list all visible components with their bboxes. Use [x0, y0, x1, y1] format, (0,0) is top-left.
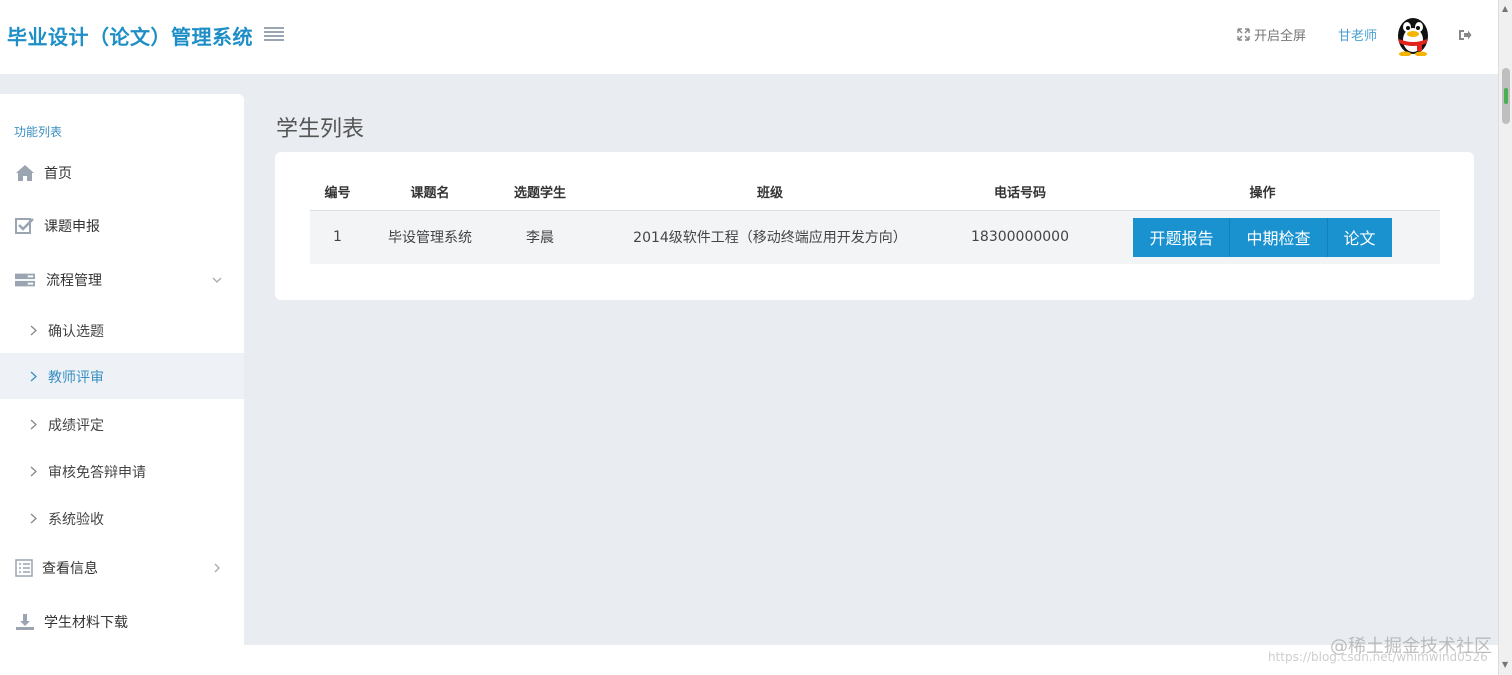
- sidebar-subitem-label: 系统验收: [48, 512, 104, 528]
- watermark-url: https://blog.csdn.net/whimwind0526: [1268, 650, 1488, 664]
- sidebar-item-label: 学生材料下载: [44, 615, 128, 631]
- vertical-scrollbar[interactable]: ▲ ▼: [1498, 0, 1512, 675]
- cell-actions: 开题报告 中期检查 论文: [1085, 210, 1440, 264]
- scroll-down-icon[interactable]: ▼: [1502, 660, 1508, 669]
- sidebar-subitem-label: 教师评审: [48, 370, 104, 386]
- cell-topic: 毕设管理系统: [365, 210, 495, 264]
- sidebar-subitem-exemption-review[interactable]: 审核免答辩申请: [0, 448, 244, 494]
- sidebar-subitem-label: 成绩评定: [48, 418, 104, 434]
- cell-phone: 18300000000: [955, 210, 1085, 264]
- fullscreen-label: 开启全屏: [1254, 29, 1307, 44]
- sidebar: 功能列表 首页 课题申报 流程管理 确认选题 教师评审 成绩评定 审核免答辩申请…: [0, 94, 244, 645]
- cell-id: 1: [310, 210, 365, 264]
- sidebar-item-home[interactable]: 首页: [0, 150, 244, 196]
- student-list-card: 编号 课题名 选题学生 班级 电话号码 操作 1 毕设管理系统 李晨 2014级…: [275, 152, 1474, 300]
- list-icon: [15, 559, 33, 577]
- sidebar-item-student-materials[interactable]: 学生材料下载: [0, 599, 244, 645]
- top-header: 毕业设计（论文）管理系统 开启全屏 甘老师: [0, 0, 1498, 74]
- sidebar-item-view-info[interactable]: 查看信息: [0, 545, 244, 591]
- sidebar-subitem-system-acceptance[interactable]: 系统验收: [0, 495, 244, 541]
- main-area: 功能列表 首页 课题申报 流程管理 确认选题 教师评审 成绩评定 审核免答辩申请…: [0, 74, 1498, 645]
- chevron-right-icon: [214, 563, 220, 573]
- chevron-down-icon: [212, 277, 222, 283]
- sidebar-heading: 功能列表: [14, 125, 63, 139]
- table-header-row: 编号 课题名 选题学生 班级 电话号码 操作: [310, 174, 1440, 211]
- chevron-right-icon: [30, 466, 37, 477]
- scroll-grip: [1504, 88, 1508, 104]
- column-header: 选题学生: [495, 174, 585, 211]
- chevron-right-icon: [30, 325, 37, 336]
- sidebar-subitem-label: 确认选题: [48, 324, 104, 340]
- proposal-report-button[interactable]: 开题报告: [1133, 217, 1231, 257]
- app-title: 毕业设计（论文）管理系统: [7, 25, 253, 49]
- sidebar-subitem-label: 审核免答辩申请: [48, 465, 146, 481]
- home-icon: [16, 165, 34, 181]
- chevron-right-icon: [30, 513, 37, 524]
- thesis-button[interactable]: 论文: [1327, 217, 1392, 257]
- scroll-thumb[interactable]: [1502, 68, 1510, 124]
- scroll-up-icon[interactable]: ▲: [1502, 4, 1508, 13]
- cell-class: 2014级软件工程（移动终端应用开发方向）: [585, 210, 955, 264]
- fullscreen-button[interactable]: 开启全屏: [1237, 25, 1306, 44]
- action-button-group: 开题报告 中期检查 论文: [1133, 217, 1392, 257]
- expand-icon: [1237, 28, 1250, 41]
- avatar[interactable]: [1393, 12, 1433, 56]
- sidebar-subitem-teacher-review[interactable]: 教师评审: [0, 353, 244, 399]
- column-header: 电话号码: [955, 174, 1085, 211]
- student-table: 编号 课题名 选题学生 班级 电话号码 操作 1 毕设管理系统 李晨 2014级…: [310, 174, 1440, 264]
- server-icon: [15, 273, 35, 287]
- checkbox-icon: [15, 218, 34, 234]
- logout-icon[interactable]: [1457, 28, 1472, 42]
- sidebar-item-label: 查看信息: [42, 561, 98, 577]
- table-row: 1 毕设管理系统 李晨 2014级软件工程（移动终端应用开发方向） 183000…: [310, 210, 1440, 264]
- page-title: 学生列表: [276, 117, 365, 142]
- sidebar-item-label: 流程管理: [46, 273, 102, 289]
- midterm-check-button[interactable]: 中期检查: [1230, 217, 1328, 257]
- column-header: 课题名: [365, 174, 495, 211]
- user-name-link[interactable]: 甘老师: [1338, 25, 1377, 44]
- sidebar-subitem-grading[interactable]: 成绩评定: [0, 401, 244, 447]
- sidebar-subitem-confirm-topic[interactable]: 确认选题: [0, 307, 244, 353]
- chevron-right-icon: [30, 371, 37, 382]
- column-header: 操作: [1085, 174, 1440, 211]
- column-header: 班级: [585, 174, 955, 211]
- cell-student: 李晨: [495, 210, 585, 264]
- sidebar-item-process[interactable]: 流程管理: [0, 257, 244, 303]
- sidebar-item-topic-apply[interactable]: 课题申报: [0, 203, 244, 249]
- sidebar-item-label: 首页: [44, 166, 72, 182]
- sidebar-item-label: 课题申报: [44, 219, 100, 235]
- chevron-right-icon: [30, 419, 37, 430]
- column-header: 编号: [310, 174, 365, 211]
- download-icon: [16, 614, 34, 630]
- menu-toggle-icon[interactable]: [264, 27, 284, 41]
